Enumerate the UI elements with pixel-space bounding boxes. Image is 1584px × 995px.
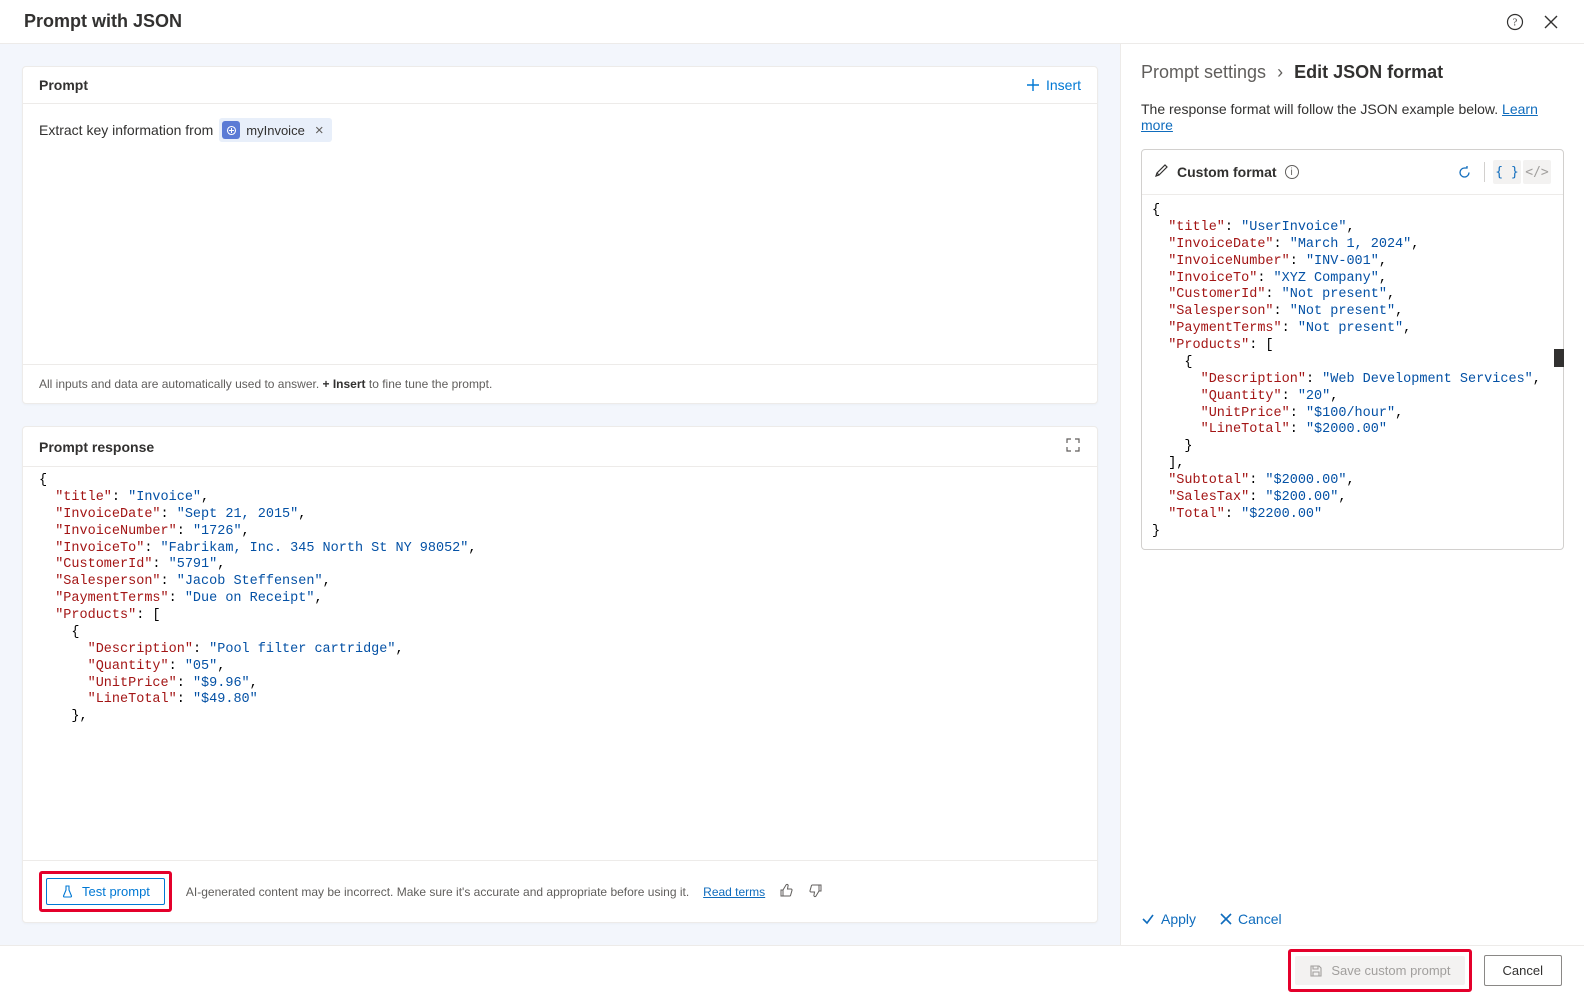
save-highlight: Save custom prompt	[1288, 949, 1471, 992]
reset-icon[interactable]	[1450, 158, 1478, 186]
svg-text:?: ?	[1513, 17, 1518, 28]
separator	[1484, 162, 1485, 182]
right-panel: Prompt settings › Edit JSON format The r…	[1120, 44, 1584, 945]
response-card: Prompt response { "title": "Invoice", "I…	[22, 426, 1098, 923]
close-icon[interactable]	[1542, 13, 1560, 31]
json-view-toggle[interactable]: { }	[1493, 160, 1521, 184]
pencil-icon	[1154, 163, 1169, 181]
chip-label: myInvoice	[246, 123, 305, 138]
left-panel: Prompt Insert Extract key information fr…	[0, 44, 1120, 945]
prompt-prefix-text: Extract key information from	[39, 122, 213, 138]
save-custom-prompt-button[interactable]: Save custom prompt	[1295, 956, 1464, 985]
dialog-title: Prompt with JSON	[24, 11, 182, 32]
apply-label: Apply	[1161, 911, 1196, 927]
save-label: Save custom prompt	[1331, 963, 1450, 978]
prompt-footer-prefix: All inputs and data are automatically us…	[39, 377, 323, 391]
dialog-header: Prompt with JSON ?	[0, 0, 1584, 44]
prompt-input-area[interactable]: Extract key information from myInvoice ×	[23, 104, 1097, 364]
check-icon	[1141, 912, 1155, 926]
prompt-card-title: Prompt	[39, 77, 88, 93]
chip-close-icon[interactable]: ×	[315, 122, 324, 139]
test-prompt-label: Test prompt	[82, 884, 150, 899]
resize-handle[interactable]	[1554, 349, 1564, 367]
test-prompt-highlight: Test prompt	[39, 871, 172, 912]
response-json[interactable]: { "title": "Invoice", "InvoiceDate": "Se…	[23, 466, 1097, 861]
dialog-footer: Save custom prompt Cancel	[0, 945, 1584, 995]
insert-button[interactable]: Insert	[1026, 77, 1081, 93]
expand-icon[interactable]	[1065, 437, 1081, 456]
input-chip[interactable]: myInvoice ×	[219, 118, 331, 142]
hint-text: The response format will follow the JSON…	[1141, 101, 1564, 133]
prompt-footer: All inputs and data are automatically us…	[23, 364, 1097, 403]
chevron-right-icon: ›	[1277, 62, 1283, 82]
format-json-editor[interactable]: { "title": "UserInvoice", "InvoiceDate":…	[1142, 195, 1563, 549]
read-terms-link[interactable]: Read terms	[703, 885, 765, 899]
prompt-footer-suffix: to fine tune the prompt.	[366, 377, 493, 391]
help-icon[interactable]: ?	[1506, 13, 1524, 31]
format-title: Custom format	[1177, 164, 1277, 180]
breadcrumb-parent[interactable]: Prompt settings	[1141, 62, 1266, 82]
save-icon	[1309, 964, 1323, 978]
format-card: Custom format i { } </> { "title": "User…	[1141, 149, 1564, 550]
response-card-title: Prompt response	[39, 439, 154, 455]
plus-icon	[1026, 78, 1040, 92]
prompt-card: Prompt Insert Extract key information fr…	[22, 66, 1098, 404]
thumbs-up-icon[interactable]	[779, 883, 794, 901]
hint-prefix: The response format will follow the JSON…	[1141, 101, 1502, 117]
info-icon[interactable]: i	[1285, 165, 1299, 179]
cancel-link[interactable]: Cancel	[1220, 911, 1282, 927]
apply-button[interactable]: Apply	[1141, 911, 1196, 927]
x-icon	[1220, 913, 1232, 925]
code-view-toggle[interactable]: </>	[1523, 160, 1551, 184]
insert-label: Insert	[1046, 77, 1081, 93]
breadcrumb: Prompt settings › Edit JSON format	[1141, 62, 1564, 83]
ai-disclaimer: AI-generated content may be incorrect. M…	[186, 885, 689, 899]
prompt-footer-bold: + Insert	[323, 377, 366, 391]
breadcrumb-current: Edit JSON format	[1294, 62, 1443, 82]
beaker-icon	[61, 885, 74, 898]
cancel-link-label: Cancel	[1238, 911, 1282, 927]
test-prompt-button[interactable]: Test prompt	[46, 878, 165, 905]
thumbs-down-icon[interactable]	[808, 883, 823, 901]
document-icon	[222, 121, 240, 139]
cancel-button[interactable]: Cancel	[1484, 955, 1562, 986]
